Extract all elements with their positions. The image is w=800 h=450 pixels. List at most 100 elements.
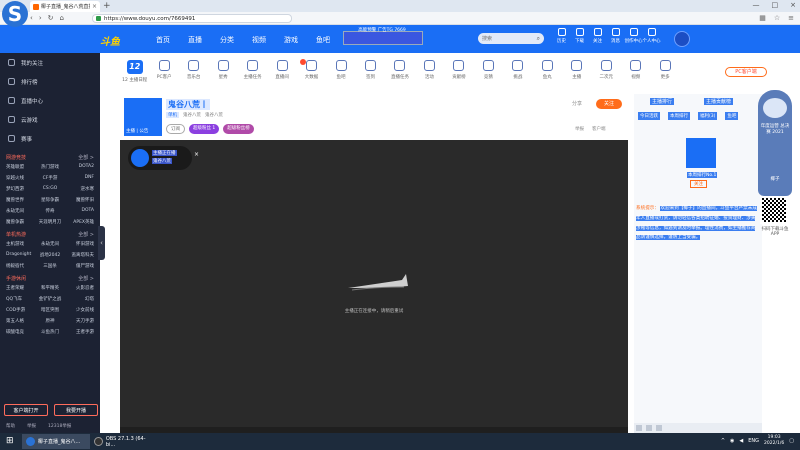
sidebar-category-item[interactable]: 原神 (35, 318, 64, 324)
sidebar-item-esports[interactable]: 赛事 (0, 129, 100, 148)
sidebar-category-item[interactable]: DOTA2 (65, 164, 94, 170)
sidebar-category-item[interactable]: 魔兽怀旧 (65, 197, 94, 203)
video-player[interactable]: 主播正在播 鬼谷八荒 × 主播正在连接中，请稍后重试 (120, 140, 628, 427)
creator-center-button[interactable]: 创作中心 (625, 28, 643, 44)
category-item[interactable]: 12 主播日程 (120, 60, 149, 88)
volume-icon[interactable]: ◀ (739, 438, 743, 444)
sidebar-category-item[interactable]: 主机游戏 (6, 241, 35, 247)
more-link[interactable]: 全部 > (78, 275, 94, 282)
sidebar-category-item[interactable]: 逃离塔科夫 (65, 252, 95, 258)
taskbar-item-browser[interactable]: 椰子直播_鬼谷八... (22, 434, 90, 449)
sidebar-item-rank[interactable]: 排行榜 (0, 72, 100, 91)
sidebar-category-item[interactable]: APEX英雄 (65, 219, 94, 225)
sidebar-category-item[interactable]: 天刀手游 (65, 318, 94, 324)
category-item[interactable]: 签到 (356, 60, 385, 88)
sidebar-category-item[interactable]: 魔兽世界 (6, 197, 35, 203)
category-item[interactable]: 音乐台 (179, 60, 208, 88)
nav-live[interactable]: 直播 (188, 35, 202, 45)
profile-center-button[interactable]: 个人中心 (643, 28, 661, 44)
new-tab-button[interactable]: + (103, 1, 111, 11)
sidebar-category-item[interactable]: 星际争霸 (35, 197, 64, 203)
sidebar-category-item[interactable]: 怀旧游戏 (65, 241, 94, 247)
maximize-icon[interactable]: □ (772, 1, 779, 9)
sidebar-category-item[interactable]: 三国杀 (35, 263, 64, 269)
sidebar-category-item[interactable]: 永劫无间 (35, 241, 64, 247)
sidebar-category-item[interactable]: DNF (65, 175, 94, 181)
settings-icon[interactable] (656, 425, 662, 431)
url-field[interactable]: https://www.douyu.com/7669491 (92, 14, 292, 23)
nav-games[interactable]: 游戏 (284, 35, 298, 45)
browser-logo-icon[interactable]: S (2, 1, 28, 27)
sidebar-category-item[interactable]: QQ飞车 (6, 296, 35, 302)
category-item[interactable]: PC客户 (149, 60, 178, 88)
subscribe-tag[interactable]: 订阅 (166, 124, 185, 134)
history-button[interactable]: 历史 (554, 28, 569, 44)
nav-yuba[interactable]: 鱼吧 (316, 35, 330, 45)
promo-banner[interactable] (343, 31, 423, 45)
emoji-icon[interactable] (636, 425, 642, 431)
category-item[interactable]: 鱼吧 (326, 60, 355, 88)
category-item[interactable]: 挑战 (503, 60, 532, 88)
sidebar-category-item[interactable]: 逆水寒 (65, 186, 95, 192)
nav-home[interactable]: 首页 (156, 35, 170, 45)
menu-icon[interactable]: ≡ (788, 14, 794, 22)
sidebar-category-item[interactable]: 魔兽争霸 (6, 219, 35, 225)
category-item[interactable]: 星秀 (208, 60, 237, 88)
back-icon[interactable]: ‹ (30, 14, 33, 22)
nav-category[interactable]: 分类 (220, 35, 234, 45)
sidebar-category-item[interactable]: 碳酸电竞 (6, 329, 35, 335)
pc-client-button[interactable]: PC客户端 (725, 67, 767, 77)
category-item[interactable]: 视频 (621, 60, 650, 88)
report-link[interactable]: 举报 (575, 126, 584, 132)
download-button[interactable]: 下载 (572, 28, 587, 44)
search-input[interactable] (482, 34, 537, 43)
super-fan-tag[interactable]: 超级粉丝 1 (189, 124, 220, 134)
tray-up-icon[interactable]: ^ (721, 438, 725, 444)
room-meta-tag[interactable]: 单机 (166, 112, 179, 118)
sidebar-category-item[interactable]: 王者荣耀 (6, 285, 35, 291)
anchor-card[interactable]: 主播正在播 鬼谷八荒 × (128, 146, 199, 170)
browser-tab[interactable]: 椰子直播_鬼谷八荒直播... × (30, 1, 100, 12)
rank-avatar[interactable] (686, 138, 716, 168)
subtab-today[interactable]: 今日活跃 (638, 112, 660, 120)
sidebar-category-item[interactable]: Dragonight (6, 252, 35, 258)
open-client-button[interactable]: 客户端打开 (4, 404, 48, 416)
avatar[interactable] (674, 31, 690, 47)
follow-list-button[interactable]: 关注 (590, 28, 605, 44)
category-item[interactable]: 直播间 (267, 60, 296, 88)
share-button[interactable]: 分享 (572, 100, 582, 107)
messages-button[interactable]: 消息 (608, 28, 623, 44)
sidebar-item-live-center[interactable]: 直播中心 (0, 91, 100, 110)
category-item[interactable]: 二次元 (592, 60, 621, 88)
sidebar-category-item[interactable]: 永劫无间 (6, 208, 35, 214)
network-icon[interactable]: ◉ (730, 438, 734, 444)
sidebar-category-item[interactable]: 杨毅宿代 (6, 263, 35, 269)
taskbar-item-obs[interactable]: OBS 27.1.3 (64-bi... (90, 434, 158, 449)
sidebar-category-item[interactable]: 战地2042 (35, 252, 64, 258)
close-window-icon[interactable]: × (790, 1, 796, 9)
category-item[interactable]: 鱼丸 (533, 60, 562, 88)
sidebar-category-item[interactable]: 金铲铲之战 (35, 296, 64, 302)
client-link[interactable]: 客户端 (592, 126, 606, 132)
category-item[interactable]: 活动 (415, 60, 444, 88)
site-logo[interactable]: 斗鱼 (100, 33, 120, 48)
footer-report[interactable]: 举报 (27, 423, 36, 429)
sidebar-category-item[interactable]: CS:GO (35, 186, 64, 192)
start-icon[interactable]: ⊞ (6, 436, 14, 447)
follow-button[interactable]: 关注 (596, 99, 622, 109)
room-meta-tag[interactable]: 鬼谷八荒 (183, 112, 201, 118)
sidebar-category-item[interactable]: 天涯明月刀 (35, 219, 64, 225)
sidebar-category-item[interactable]: 少女前线 (65, 307, 94, 313)
category-item[interactable]: 贡献榜 (444, 60, 473, 88)
extensions-icon[interactable]: ▦ (759, 14, 766, 22)
search-icon[interactable]: ⌕ (537, 35, 540, 43)
category-item[interactable]: 主播任务 (238, 60, 267, 88)
tab-contribution-rank[interactable]: 主播贡献榜 (704, 98, 734, 105)
sidebar-item-follow[interactable]: 我的关注 (0, 53, 100, 72)
more-link[interactable]: 全部 > (78, 231, 94, 238)
sidebar-category-item[interactable]: DOTA (65, 208, 95, 214)
sidebar-category-item[interactable]: 斗鱼热门 (35, 329, 64, 335)
home-icon[interactable]: ⌂ (60, 14, 64, 22)
super-fan-rank-tag[interactable]: 超级粉丝榜 (223, 124, 254, 134)
rank-follow-button[interactable]: 关注 (690, 180, 707, 188)
